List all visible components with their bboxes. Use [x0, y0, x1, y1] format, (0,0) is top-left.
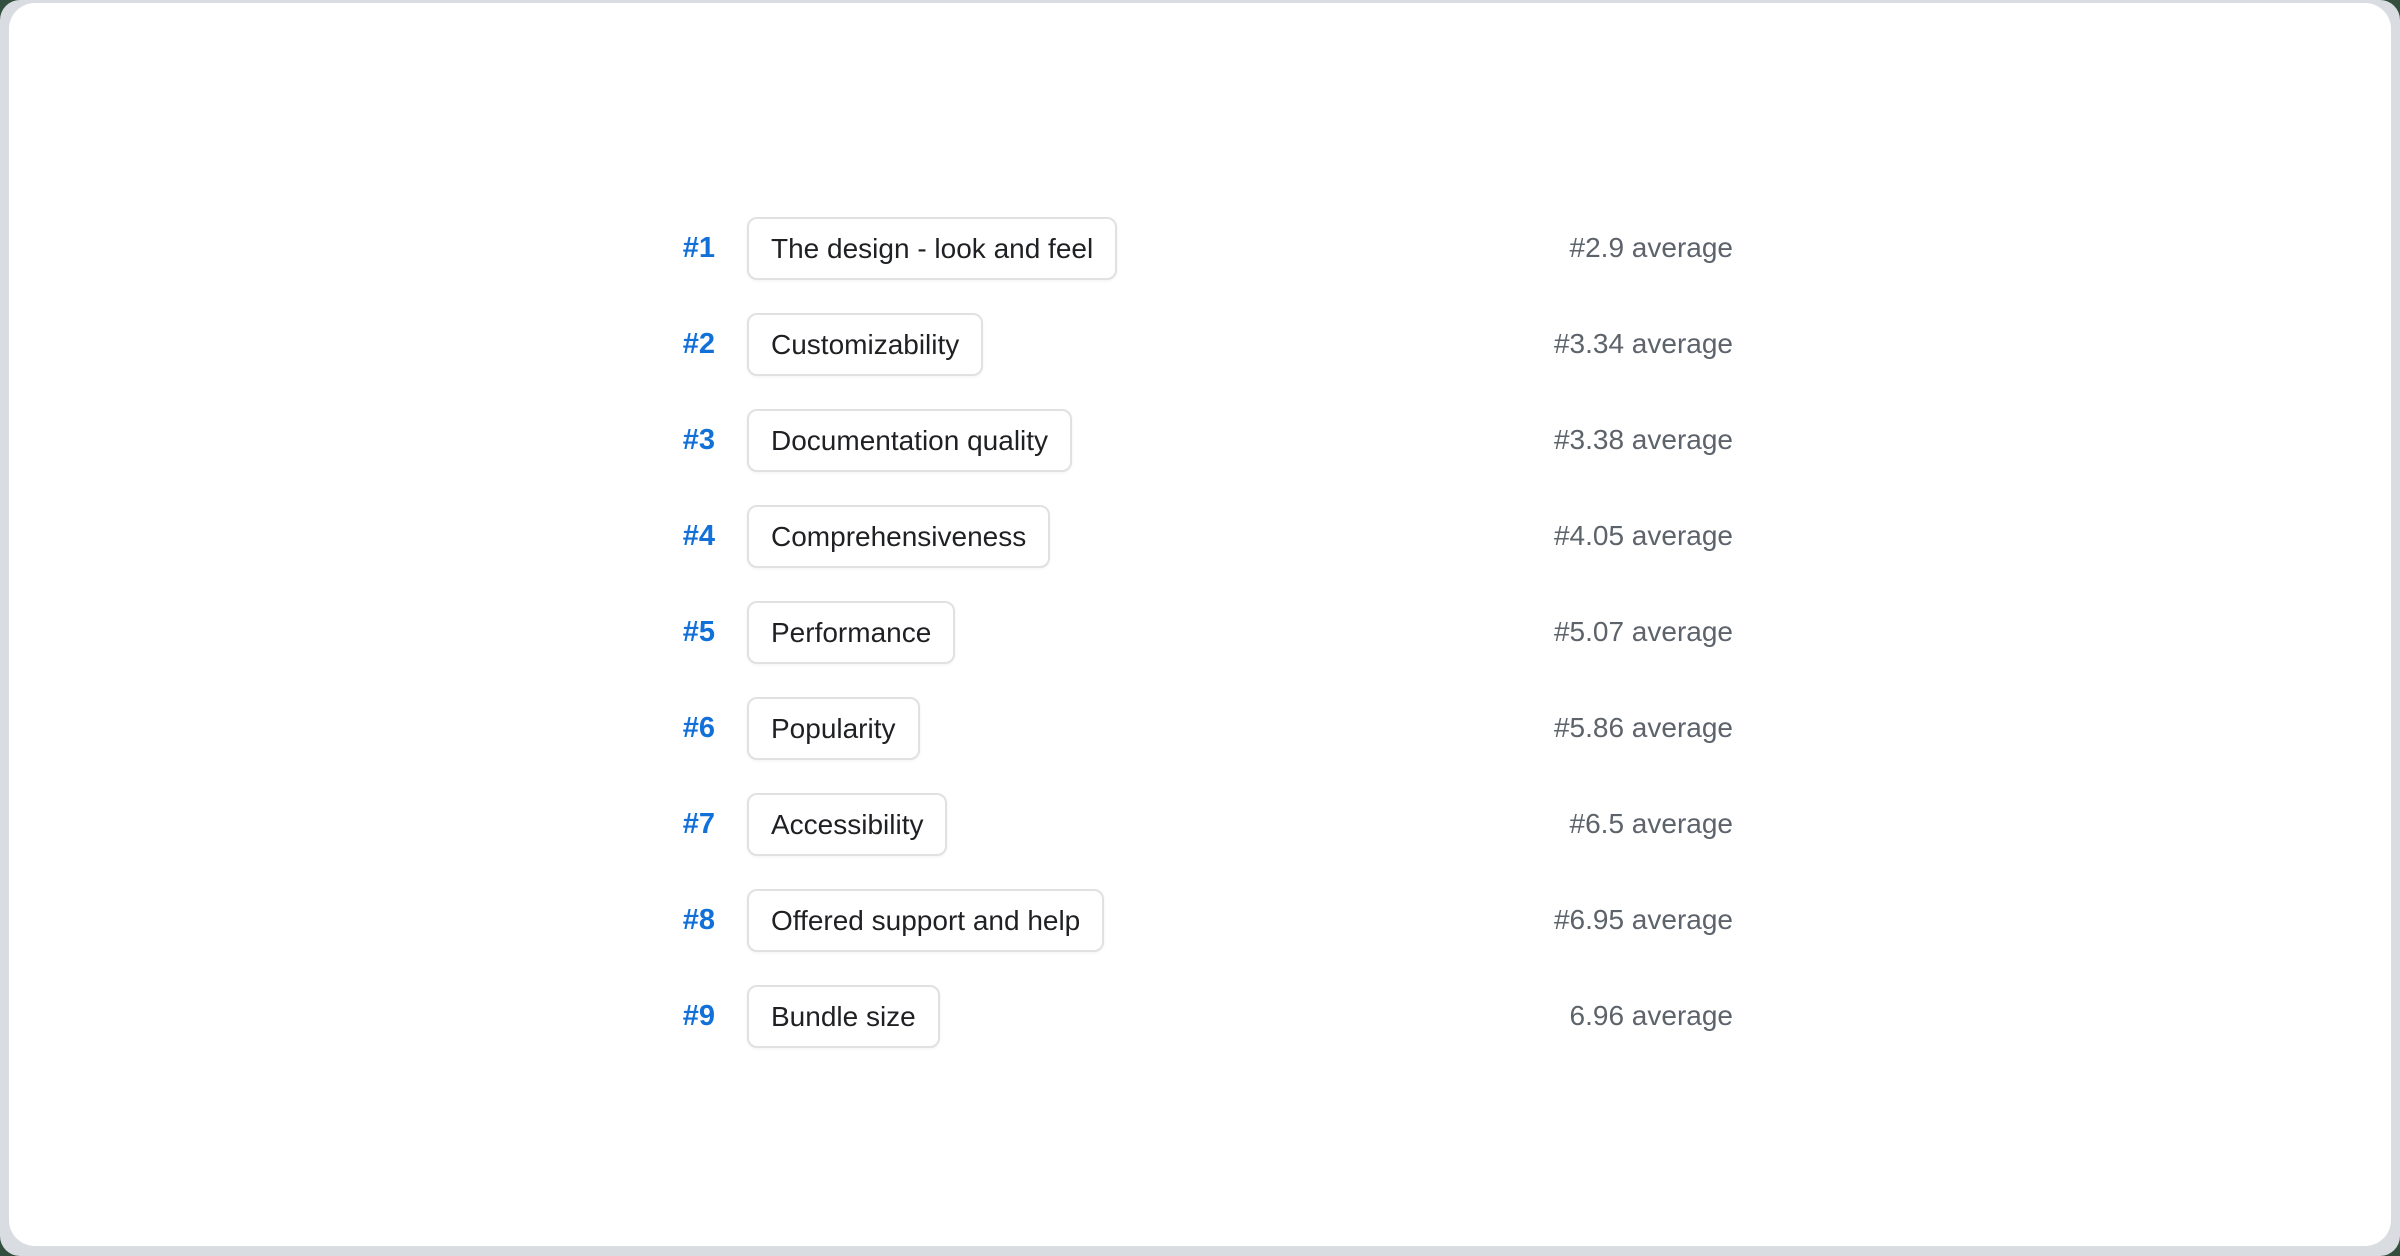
window-chrome: #1 The design - look and feel #2.9 average…: [0, 0, 2400, 1256]
ranking-row: #4 Comprehensiveness #4.05 average: [667, 488, 1733, 584]
average-value: #6.95 average: [1554, 904, 1733, 936]
ranking-row: #6 Popularity #5.86 average: [667, 680, 1733, 776]
option-label-chip[interactable]: Bundle size: [747, 985, 940, 1048]
option-label-chip[interactable]: Performance: [747, 601, 955, 664]
rank-number: #6: [667, 712, 715, 745]
option-label-chip[interactable]: Customizability: [747, 313, 983, 376]
average-value: #5.86 average: [1554, 712, 1733, 744]
option-label-chip[interactable]: Comprehensiveness: [747, 505, 1050, 568]
ranking-row: #7 Accessibility #6.5 average: [667, 776, 1733, 872]
average-value: #6.5 average: [1570, 808, 1733, 840]
rank-number: #3: [667, 424, 715, 457]
ranking-row: #8 Offered support and help #6.95 average: [667, 872, 1733, 968]
rank-number: #8: [667, 904, 715, 937]
rank-number: #2: [667, 328, 715, 361]
ranking-list: #1 The design - look and feel #2.9 average…: [667, 200, 1733, 1064]
ranking-row: #5 Performance #5.07 average: [667, 584, 1733, 680]
rank-number: #1: [667, 232, 715, 265]
average-value: #5.07 average: [1554, 616, 1733, 648]
ranking-row: #1 The design - look and feel #2.9 average: [667, 200, 1733, 296]
option-label-chip[interactable]: Offered support and help: [747, 889, 1104, 952]
option-label-chip[interactable]: Documentation quality: [747, 409, 1072, 472]
option-label-chip[interactable]: Popularity: [747, 697, 920, 760]
average-value: #3.34 average: [1554, 328, 1733, 360]
option-label-chip[interactable]: The design - look and feel: [747, 217, 1117, 280]
ranking-row: #2 Customizability #3.34 average: [667, 296, 1733, 392]
rank-number: #7: [667, 808, 715, 841]
average-value: #2.9 average: [1570, 232, 1733, 264]
average-value: 6.96 average: [1570, 1000, 1733, 1032]
rank-number: #5: [667, 616, 715, 649]
rank-number: #9: [667, 1000, 715, 1033]
option-label-chip[interactable]: Accessibility: [747, 793, 947, 856]
ranking-row: #9 Bundle size 6.96 average: [667, 968, 1733, 1064]
ranking-row: #3 Documentation quality #3.38 average: [667, 392, 1733, 488]
average-value: #3.38 average: [1554, 424, 1733, 456]
content-card: #1 The design - look and feel #2.9 average…: [9, 3, 2391, 1246]
rank-number: #4: [667, 520, 715, 553]
average-value: #4.05 average: [1554, 520, 1733, 552]
